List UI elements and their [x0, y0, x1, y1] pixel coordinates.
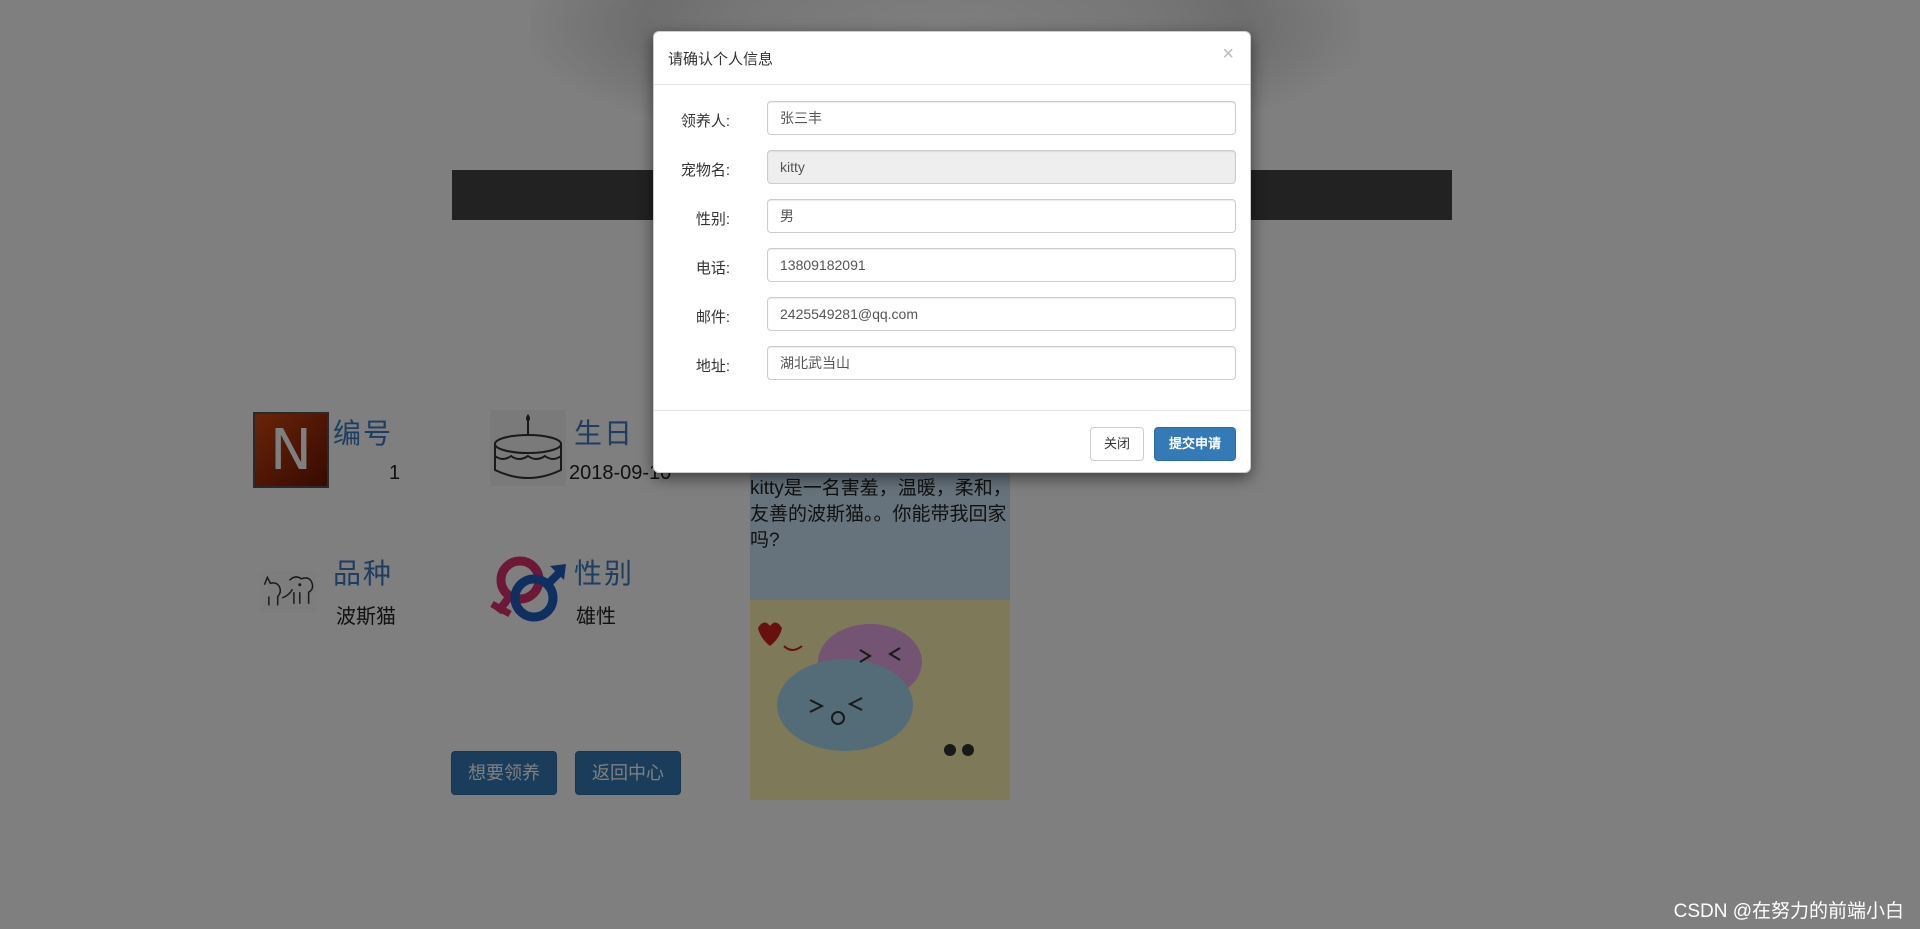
adopter-label: 领养人: — [680, 113, 730, 130]
confirm-info-modal: 请确认个人信息 × 领养人: 宠物名: 性别: 电话: 邮件: 地址: 关闭 提… — [653, 31, 1251, 473]
form-row-address: 地址: — [654, 346, 1250, 380]
pet-name-input — [767, 150, 1236, 184]
pet-name-label: 宠物名: — [680, 162, 730, 179]
phone-input[interactable] — [767, 248, 1236, 282]
submit-application-button[interactable]: 提交申请 — [1154, 427, 1236, 461]
csdn-watermark: CSDN @在努力的前端小白 — [1673, 901, 1904, 922]
form-row-adopter: 领养人: — [654, 101, 1250, 135]
modal-footer: 关闭 提交申请 — [654, 410, 1250, 473]
email-input[interactable] — [767, 297, 1236, 331]
phone-label: 电话: — [695, 260, 730, 277]
gender-input[interactable] — [767, 199, 1236, 233]
modal-header: 请确认个人信息 × — [654, 32, 1250, 85]
modal-title: 请确认个人信息 — [668, 51, 774, 68]
close-button[interactable]: 关闭 — [1090, 427, 1144, 461]
address-label: 地址: — [695, 358, 730, 375]
adopter-input[interactable] — [767, 101, 1236, 135]
gender-label: 性别: — [695, 211, 730, 228]
form-row-email: 邮件: — [654, 297, 1250, 331]
address-input[interactable] — [767, 346, 1236, 380]
form-row-phone: 电话: — [654, 248, 1250, 282]
close-icon[interactable]: × — [1222, 44, 1234, 64]
form-row-pet-name: 宠物名: — [654, 150, 1250, 184]
email-label: 邮件: — [695, 309, 730, 326]
form-row-gender: 性别: — [654, 199, 1250, 233]
